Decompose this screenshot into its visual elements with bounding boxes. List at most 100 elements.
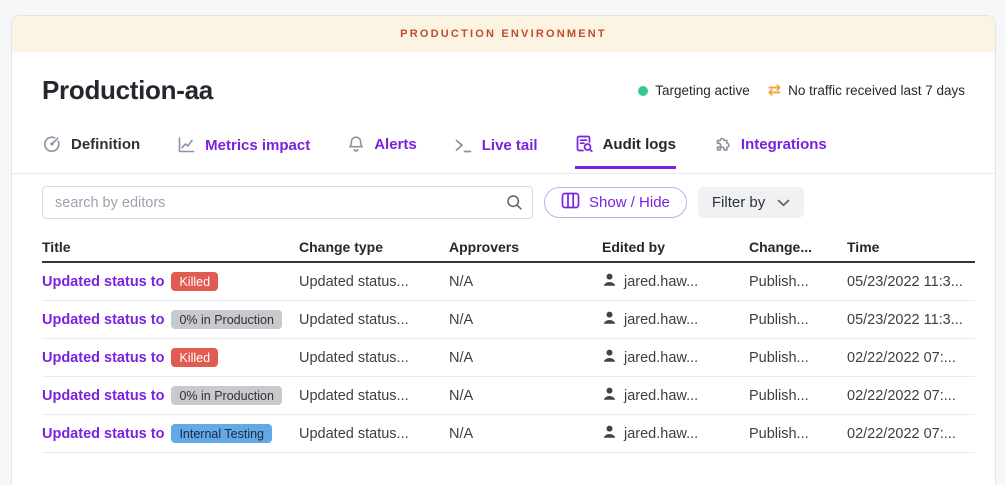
status-badge: 0% in Production xyxy=(171,386,282,405)
targeting-status-label: Targeting active xyxy=(655,83,750,98)
tab-alerts-label: Alerts xyxy=(374,136,417,153)
column-header-change-type: Change type xyxy=(299,239,449,255)
row-change: Publish... xyxy=(749,274,847,290)
row-editor-name: jared.haw... xyxy=(624,312,698,328)
status-badge: 0% in Production xyxy=(171,310,282,329)
table-row[interactable]: Updated status to 0% in Production Updat… xyxy=(42,377,975,415)
row-editor-name: jared.haw... xyxy=(624,350,698,366)
row-title-link[interactable]: Updated status to xyxy=(42,388,164,404)
bell-icon xyxy=(347,135,365,154)
tab-metrics-impact[interactable]: Metrics impact xyxy=(177,136,310,166)
row-edited-by: jared.haw... xyxy=(602,272,749,291)
row-approvers: N/A xyxy=(449,388,602,404)
row-time: 02/22/2022 07:... xyxy=(847,388,975,404)
tab-live-tail[interactable]: Live tail xyxy=(454,137,538,166)
person-icon xyxy=(602,424,617,443)
traffic-arrows-icon: ⇄ xyxy=(768,83,781,99)
row-edited-by: jared.haw... xyxy=(602,424,749,443)
row-title-cell: Updated status to Killed xyxy=(42,348,299,367)
table-toolbar: Show / Hide Filter by xyxy=(42,186,965,219)
row-title-cell: Updated status to 0% in Production xyxy=(42,310,299,329)
environment-card: PRODUCTION ENVIRONMENT Production-aa Tar… xyxy=(11,15,996,485)
target-icon xyxy=(42,134,62,154)
page-header: Production-aa Targeting active ⇄ No traf… xyxy=(42,75,965,106)
table-header-row: Title Change type Approvers Edited by Ch… xyxy=(42,232,975,263)
row-edited-by: jared.haw... xyxy=(602,386,749,405)
status-badge: Killed xyxy=(171,348,218,367)
table-row[interactable]: Updated status to Killed Updated status.… xyxy=(42,339,975,377)
row-title-link[interactable]: Updated status to xyxy=(42,426,164,442)
row-editor-name: jared.haw... xyxy=(624,388,698,404)
tab-live-tail-label: Live tail xyxy=(482,137,538,154)
row-change: Publish... xyxy=(749,312,847,328)
row-approvers: N/A xyxy=(449,350,602,366)
column-header-time: Time xyxy=(847,239,975,255)
traffic-status: ⇄ No traffic received last 7 days xyxy=(768,83,965,99)
line-chart-icon xyxy=(177,136,196,154)
search-icon xyxy=(506,194,523,216)
search-box xyxy=(42,186,533,219)
person-icon xyxy=(602,386,617,405)
tab-bar: Definition Metrics impact Alerts xyxy=(12,134,995,174)
status-group: Targeting active ⇄ No traffic received l… xyxy=(638,83,965,99)
row-change-type: Updated status... xyxy=(299,312,449,328)
row-time: 05/23/2022 11:3... xyxy=(847,274,975,290)
column-header-approvers: Approvers xyxy=(449,239,602,255)
row-edited-by: jared.haw... xyxy=(602,310,749,329)
row-approvers: N/A xyxy=(449,274,602,290)
show-hide-label: Show / Hide xyxy=(589,194,670,211)
terminal-icon xyxy=(454,137,473,154)
row-title-cell: Updated status to 0% in Production xyxy=(42,386,299,405)
row-editor-name: jared.haw... xyxy=(624,274,698,290)
show-hide-button[interactable]: Show / Hide xyxy=(544,187,687,218)
search-input[interactable] xyxy=(42,186,533,219)
tab-integrations-label: Integrations xyxy=(741,136,827,153)
tab-definition[interactable]: Definition xyxy=(42,134,140,166)
status-badge: Internal Testing xyxy=(171,424,272,443)
tab-metrics-impact-label: Metrics impact xyxy=(205,137,310,154)
columns-icon xyxy=(561,192,580,213)
tab-audit-logs[interactable]: Audit logs xyxy=(575,134,676,169)
chevron-down-icon xyxy=(777,194,790,211)
column-header-change: Change... xyxy=(749,239,847,255)
filter-by-label: Filter by xyxy=(712,194,765,211)
person-icon xyxy=(602,348,617,367)
row-title-link[interactable]: Updated status to xyxy=(42,274,164,290)
row-time: 02/22/2022 07:... xyxy=(847,350,975,366)
row-change-type: Updated status... xyxy=(299,388,449,404)
table-row[interactable]: Updated status to Killed Updated status.… xyxy=(42,263,975,301)
row-time: 02/22/2022 07:... xyxy=(847,426,975,442)
row-change: Publish... xyxy=(749,426,847,442)
banner-label: PRODUCTION ENVIRONMENT xyxy=(400,28,607,40)
row-change-type: Updated status... xyxy=(299,274,449,290)
row-change: Publish... xyxy=(749,388,847,404)
row-approvers: N/A xyxy=(449,426,602,442)
tab-definition-label: Definition xyxy=(71,136,140,153)
column-header-title: Title xyxy=(42,239,299,255)
row-title-link[interactable]: Updated status to xyxy=(42,350,164,366)
page-title: Production-aa xyxy=(42,75,213,106)
row-title-cell: Updated status to Killed xyxy=(42,272,299,291)
person-icon xyxy=(602,272,617,291)
tab-audit-logs-label: Audit logs xyxy=(603,136,676,153)
audit-log-table: Title Change type Approvers Edited by Ch… xyxy=(42,232,975,453)
production-environment-banner: PRODUCTION ENVIRONMENT xyxy=(12,16,995,52)
traffic-status-label: No traffic received last 7 days xyxy=(788,83,965,98)
audit-doc-search-icon xyxy=(575,134,594,154)
targeting-status: Targeting active xyxy=(638,83,750,98)
table-row[interactable]: Updated status to 0% in Production Updat… xyxy=(42,301,975,339)
row-change-type: Updated status... xyxy=(299,426,449,442)
row-change: Publish... xyxy=(749,350,847,366)
row-title-cell: Updated status to Internal Testing xyxy=(42,424,299,443)
row-time: 05/23/2022 11:3... xyxy=(847,312,975,328)
tab-alerts[interactable]: Alerts xyxy=(347,135,417,166)
tab-integrations[interactable]: Integrations xyxy=(713,135,827,166)
row-edited-by: jared.haw... xyxy=(602,348,749,367)
person-icon xyxy=(602,310,617,329)
filter-by-button[interactable]: Filter by xyxy=(698,187,804,218)
row-title-link[interactable]: Updated status to xyxy=(42,312,164,328)
status-badge: Killed xyxy=(171,272,218,291)
column-header-edited-by: Edited by xyxy=(602,239,749,255)
row-editor-name: jared.haw... xyxy=(624,426,698,442)
table-row[interactable]: Updated status to Internal Testing Updat… xyxy=(42,415,975,453)
